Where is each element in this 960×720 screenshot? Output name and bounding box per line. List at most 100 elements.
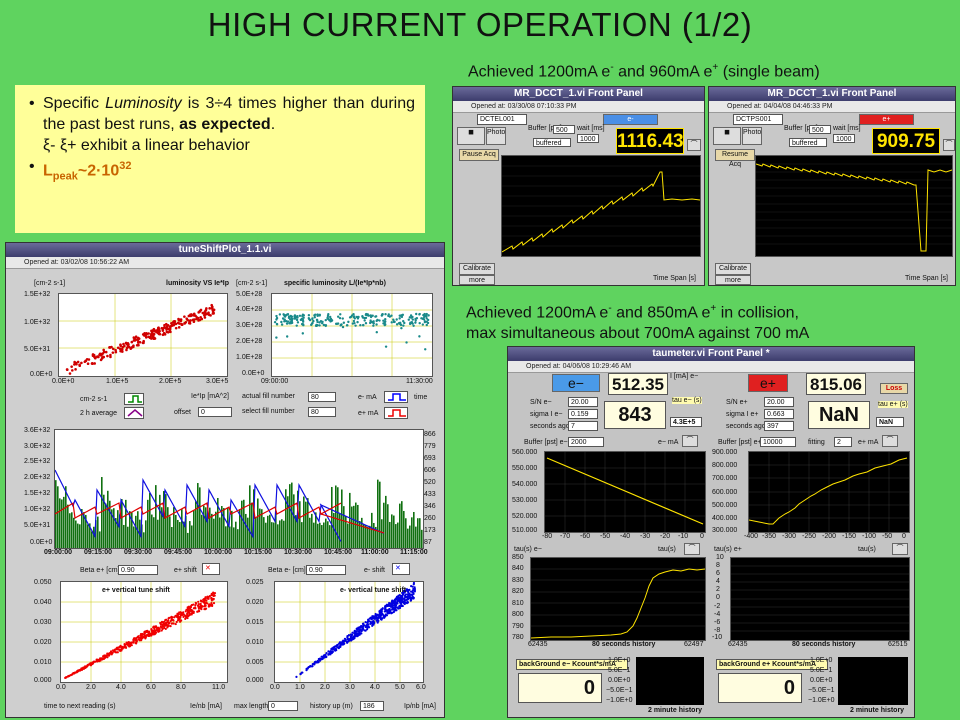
em-ma-swatch[interactable] — [384, 391, 408, 403]
scatter-point — [361, 628, 364, 631]
zoom-icon[interactable]: ⌒ — [943, 139, 955, 151]
scatter-point — [356, 317, 360, 320]
buffer-e-field[interactable]: 2000 — [568, 437, 604, 447]
scatter-point — [278, 313, 282, 316]
scatter-point — [171, 622, 174, 625]
sigma-p-field[interactable]: 0.663 — [764, 409, 794, 419]
history-bar — [279, 520, 281, 548]
scatter-point — [160, 326, 164, 330]
scatter-point — [394, 598, 398, 601]
scatter-point — [397, 596, 400, 599]
more-button[interactable]: more — [715, 275, 751, 285]
beta-ep-field[interactable]: 0.90 — [118, 565, 158, 575]
scatter-point — [381, 313, 384, 316]
scatter-point — [329, 651, 332, 654]
max-length-field[interactable]: 0 — [268, 701, 298, 711]
zoom-icon[interactable]: ⌒ — [687, 139, 701, 151]
photo-button[interactable]: Photo — [742, 127, 762, 145]
history-bar — [169, 516, 171, 548]
scatter-point — [200, 599, 203, 603]
calibrate-button[interactable]: Calibrate — [715, 263, 751, 275]
scatter-point — [72, 672, 75, 675]
luminosity-scatter — [59, 294, 227, 376]
scatter-point — [135, 338, 138, 341]
buffer-field[interactable]: 500 — [809, 125, 831, 134]
history-up-field[interactable]: 186 — [360, 701, 384, 711]
seconds-ago-e-field[interactable]: 7 — [568, 421, 598, 431]
scatter-point — [273, 320, 277, 324]
history-bar — [65, 486, 67, 548]
history-bar — [135, 515, 137, 548]
seconds-ago-p-field[interactable]: 397 — [764, 421, 794, 431]
scatter-point — [402, 324, 405, 327]
scatter-point — [152, 336, 156, 339]
history-bar — [167, 507, 169, 548]
scatter-point — [356, 320, 359, 324]
buffer-p-field[interactable]: 10000 — [760, 437, 796, 447]
buffer-field[interactable]: 500 — [553, 125, 575, 134]
wait-field[interactable]: 1000 — [833, 134, 855, 143]
window-titlebar: MR_DCCT_1.vi Front Panel — [453, 87, 704, 101]
history-bar — [401, 501, 403, 548]
loss-button[interactable]: Loss — [880, 383, 908, 394]
scatter-point — [362, 323, 365, 327]
scatter-point — [285, 335, 289, 338]
resume-acq-button[interactable]: Resume Acq — [715, 149, 755, 168]
history-bar — [71, 512, 73, 548]
scatter-point — [403, 601, 406, 604]
history-bar — [189, 521, 191, 548]
wait-field[interactable]: 1000 — [577, 134, 599, 143]
history-bar — [215, 511, 217, 548]
history-bar — [323, 522, 325, 548]
history-bar — [289, 484, 291, 548]
pause-acq-button[interactable]: Pause Acq — [459, 149, 499, 161]
em-legend-icon[interactable]: ⌒ — [682, 435, 698, 447]
scatter-point — [364, 313, 368, 317]
calibrate-button[interactable]: Calibrate — [459, 263, 495, 275]
em-shift-swatch[interactable]: ✕ — [392, 563, 410, 575]
scatter-point — [200, 608, 203, 611]
history-bar — [155, 485, 157, 548]
scatter-point — [65, 676, 68, 679]
scatter-point — [357, 632, 361, 636]
electron-tau-small: 4.3E+5 — [670, 417, 702, 427]
scatter-point — [165, 330, 169, 334]
scatter-point — [187, 607, 191, 610]
photo-button[interactable]: Photo — [486, 127, 506, 145]
scatter-point — [343, 640, 346, 643]
sigma-e-field[interactable]: 0.159 — [568, 409, 598, 419]
scatter-point — [326, 317, 329, 320]
dcct-name-field[interactable]: DCTEL001 — [477, 114, 527, 125]
history-bar — [187, 532, 189, 548]
avg-legend-swatch[interactable] — [124, 407, 144, 419]
scatter-point — [171, 616, 174, 619]
ep-legend-icon[interactable]: ⌒ — [882, 435, 898, 447]
history-bar — [335, 485, 337, 548]
sn-e-field[interactable]: 20.00 — [568, 397, 598, 407]
stop-button[interactable]: ◼ — [457, 127, 485, 145]
scatter-point — [352, 319, 356, 323]
cm-legend-swatch[interactable] — [124, 393, 144, 405]
tau-e-legend-icon[interactable]: ⌒ — [684, 543, 700, 555]
ep-ma-swatch[interactable] — [384, 407, 408, 419]
fitting-field[interactable]: 2 — [834, 437, 852, 447]
scatter-point — [343, 642, 346, 645]
dcct-name-field[interactable]: DCTPS001 — [733, 114, 783, 125]
select-fill-field[interactable]: 80 — [308, 407, 336, 417]
scatter-point — [350, 634, 353, 637]
scatter-point — [93, 362, 96, 365]
acq-mode-field[interactable]: buffered — [789, 138, 827, 147]
scatter-point — [346, 641, 349, 644]
beta-em-field[interactable]: 0.90 — [306, 565, 346, 575]
scatter-point — [94, 356, 97, 360]
scatter-point — [286, 320, 290, 323]
scatter-point — [203, 310, 207, 313]
offset-field[interactable]: 0 — [198, 407, 232, 417]
tau-p-legend-icon[interactable]: ⌒ — [892, 543, 908, 555]
acq-mode-field[interactable]: buffered — [533, 138, 571, 147]
sn-p-field[interactable]: 20.00 — [764, 397, 794, 407]
ep-shift-swatch[interactable]: ✕ — [202, 563, 220, 575]
stop-button[interactable]: ◼ — [713, 127, 741, 145]
more-button[interactable]: more — [459, 275, 495, 285]
scatter-point — [191, 611, 194, 614]
